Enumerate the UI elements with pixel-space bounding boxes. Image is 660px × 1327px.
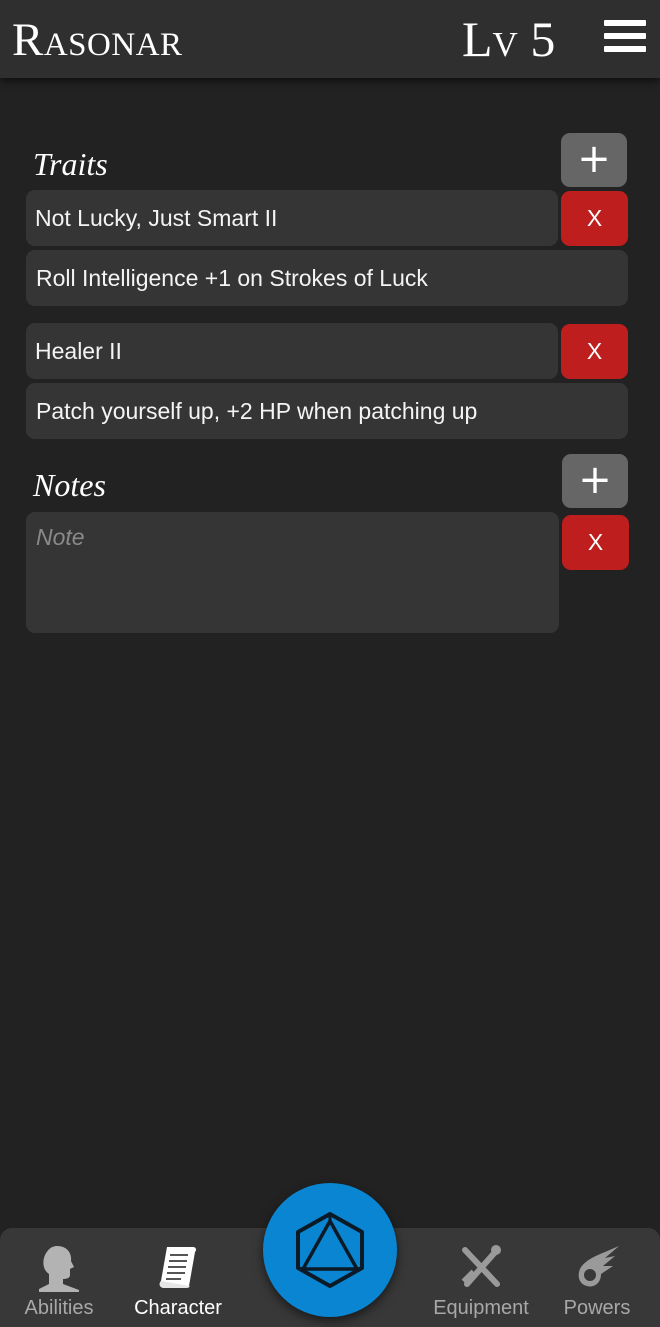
- nav-label-abilities: Abilities: [24, 1297, 94, 1319]
- nav-item-character[interactable]: Character: [126, 1228, 230, 1327]
- remove-trait-button[interactable]: X: [561, 191, 628, 246]
- nav-label-powers: Powers: [563, 1297, 631, 1319]
- trait-description-field[interactable]: Patch yourself up, +2 HP when patching u…: [26, 383, 628, 439]
- trait-description-field[interactable]: Roll Intelligence +1 on Strokes of Luck: [26, 250, 628, 306]
- nav-item-equipment[interactable]: Equipment: [428, 1228, 534, 1327]
- roll-dice-button[interactable]: [263, 1183, 397, 1317]
- nav-item-abilities[interactable]: Abilities: [10, 1228, 108, 1327]
- remove-trait-button[interactable]: X: [561, 324, 628, 379]
- remove-note-button[interactable]: X: [562, 515, 629, 570]
- nav-label-character: Character: [134, 1297, 222, 1319]
- nav-label-equipment: Equipment: [433, 1297, 529, 1319]
- character-level: Lv 5: [462, 11, 556, 67]
- head-silhouette-icon: [39, 1246, 79, 1292]
- hamburger-menu-icon[interactable]: [604, 20, 646, 52]
- trait-name-field[interactable]: Healer II: [26, 323, 558, 379]
- note-input[interactable]: [26, 512, 559, 633]
- add-trait-button[interactable]: +: [561, 133, 627, 187]
- crossed-weapons-icon: [461, 1245, 501, 1287]
- top-bar: Rasonar Lv 5: [0, 0, 660, 78]
- d20-dice-icon: [296, 1212, 364, 1288]
- nav-item-powers[interactable]: Powers: [550, 1228, 644, 1327]
- add-note-button[interactable]: +: [562, 454, 628, 508]
- fireball-icon: [578, 1246, 619, 1287]
- trait-name-field[interactable]: Not Lucky, Just Smart II: [26, 190, 558, 246]
- character-name: Rasonar: [12, 14, 183, 66]
- traits-title: Traits: [33, 146, 108, 182]
- notes-title: Notes: [33, 467, 106, 503]
- scroll-icon: [159, 1247, 197, 1288]
